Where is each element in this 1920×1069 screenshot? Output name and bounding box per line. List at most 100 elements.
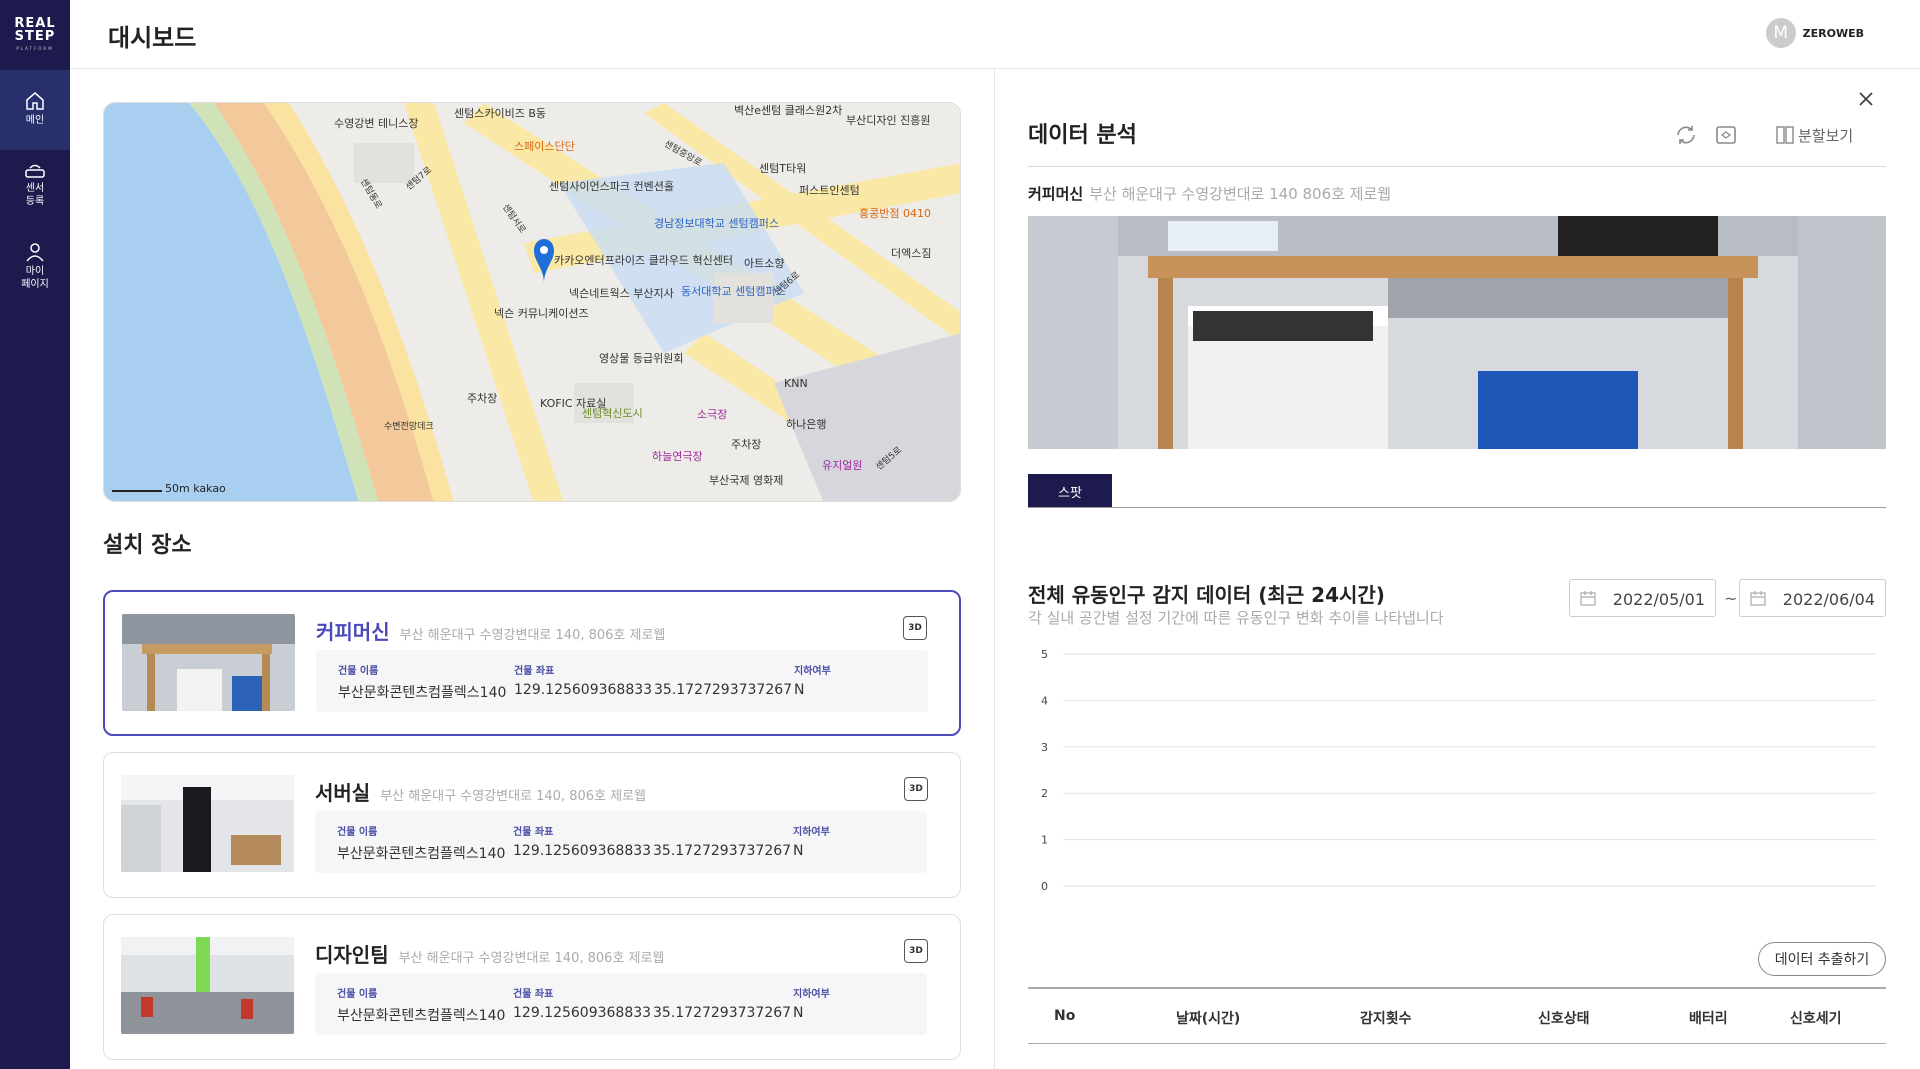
map-label: 수변전망데크 bbox=[384, 422, 434, 432]
y-tick-label: 4 bbox=[1041, 694, 1048, 707]
user-name: ZEROWEB bbox=[1802, 26, 1864, 40]
flow-chart: 0 1 2 3 4 5 bbox=[1041, 648, 1876, 893]
basement-value: N bbox=[794, 682, 805, 698]
data-table-header: No 날짜(시간) 감지횟수 신호상태 배터리 신호세기 bbox=[1028, 987, 1886, 1044]
location-thumbnail bbox=[121, 775, 294, 872]
page-title: 대시보드 bbox=[108, 24, 197, 52]
map-label: 벽산e센텀 클래스원2차 bbox=[734, 104, 843, 117]
date-to-input[interactable]: 2022/06/04 bbox=[1739, 579, 1886, 617]
map-label: 주차장 bbox=[731, 438, 762, 451]
map-label: 넥슨네트웍스 부산지사 bbox=[569, 287, 674, 300]
3d-icon[interactable] bbox=[1714, 123, 1738, 147]
sidebar-item-label: 마이 페이지 bbox=[21, 266, 49, 290]
refresh-icon[interactable] bbox=[1674, 123, 1698, 147]
y-tick-label: 5 bbox=[1041, 648, 1048, 661]
map-base bbox=[104, 103, 960, 501]
sidebar-item-label: 메인 bbox=[25, 115, 45, 126]
building-name: 부산문화콘텐츠컴플렉스140 bbox=[337, 846, 506, 862]
location-name: 커피머신 부산 해운대구 수영강변대로 140, 806호 제로웹 bbox=[316, 620, 666, 644]
location-address: 부산 해운대구 수영강변대로 140, 806호 제로웹 bbox=[399, 628, 666, 643]
map-label: 넥슨 커뮤니케이션즈 bbox=[494, 307, 589, 320]
col-battery: 배터리 bbox=[1689, 1011, 1728, 1027]
y-tick-label: 3 bbox=[1041, 741, 1048, 754]
install-card[interactable]: 디자인팀 부산 해운대구 수영강변대로 140, 806호 제로웹 3D 건물 이… bbox=[103, 914, 961, 1060]
location-name: 디자인팀 부산 해운대구 수영강변대로 140, 806호 제로웹 bbox=[315, 943, 665, 967]
split-view-icon[interactable] bbox=[1776, 126, 1794, 144]
sidebar-item-sensor[interactable]: 센서 등록 bbox=[0, 163, 70, 228]
logo-sub: PLATFORM bbox=[16, 46, 54, 51]
building-name: 부산문화콘텐츠컴플렉스140 bbox=[338, 685, 507, 701]
map-label: 경남정보대학교 센텀캠퍼스 bbox=[654, 217, 779, 230]
date-from-input[interactable]: 2022/05/01 bbox=[1569, 579, 1716, 617]
3d-view-icon[interactable]: 3D bbox=[903, 616, 927, 640]
chart-subtitle: 각 실내 공간별 설정 기간에 따른 유동인구 변화 추이를 나타냅니다 bbox=[1028, 609, 1444, 627]
col-signal-strength: 신호세기 bbox=[1790, 1011, 1842, 1027]
3d-view-icon[interactable]: 3D bbox=[904, 939, 928, 963]
chart-title: 전체 유동인구 감지 데이터 (최근 24시간) bbox=[1028, 583, 1385, 607]
split-view-button[interactable]: 분할보기 bbox=[1798, 125, 1853, 146]
col-signal-status: 신호상태 bbox=[1538, 1011, 1590, 1027]
y-tick-label: 0 bbox=[1041, 880, 1048, 893]
selected-address: 부산 해운대구 수영강변대로 140 806호 제로웹 bbox=[1089, 185, 1392, 203]
close-icon[interactable] bbox=[1855, 88, 1877, 110]
map-label: 부산디자인 진흥원 bbox=[846, 114, 931, 127]
location-thumbnail bbox=[121, 937, 294, 1034]
location-address: 부산 해운대구 수영강변대로 140, 806호 제로웹 bbox=[380, 789, 646, 804]
location-address: 부산 해운대구 수영강변대로 140, 806호 제로웹 bbox=[398, 951, 665, 966]
3d-view-icon[interactable]: 3D bbox=[904, 777, 928, 801]
latitude: 35.1727293737267 bbox=[653, 843, 792, 859]
section-title: 설치 장소 bbox=[103, 533, 192, 558]
map-label: 퍼스트인센텀 bbox=[799, 184, 860, 197]
tab-spot[interactable]: 스팟 bbox=[1028, 474, 1112, 508]
sidebar-item-mypage[interactable]: 마이 페이지 bbox=[0, 242, 70, 312]
map-view[interactable]: 센텀스카이비즈 B동 수영강변 테니스장 스페이스단단 센텀사이언스파크 컨벤션… bbox=[103, 102, 961, 502]
map-label: 유지얼원 bbox=[822, 459, 863, 472]
panel-divider-line bbox=[1028, 166, 1886, 167]
location-info: 건물 이름 건물 좌표 지하여부 부산문화콘텐츠컴플렉스140 129.1256… bbox=[315, 811, 927, 873]
map-label: 센텀T타워 bbox=[759, 162, 807, 175]
date-separator: ~ bbox=[1724, 589, 1738, 608]
map-scale: 50m kakao bbox=[112, 482, 226, 495]
longitude: 129.125609368833 bbox=[514, 682, 653, 698]
export-data-button[interactable]: 데이터 추출하기 bbox=[1758, 942, 1886, 976]
basement-value: N bbox=[793, 1005, 804, 1021]
map-label: 하나은행 bbox=[786, 418, 827, 431]
col-count: 감지횟수 bbox=[1360, 1011, 1412, 1027]
sidebar-item-main[interactable]: 메인 bbox=[0, 70, 70, 150]
location-name: 서버실 부산 해운대구 수영강변대로 140, 806호 제로웹 bbox=[315, 781, 646, 805]
col-no: No bbox=[1054, 1008, 1076, 1024]
map-label: 카카오엔터프라이즈 클라우드 혁신센터 bbox=[554, 254, 734, 267]
basement-value: N bbox=[793, 843, 804, 859]
logo-line2: STEP bbox=[14, 29, 56, 44]
install-card[interactable]: 커피머신 부산 해운대구 수영강변대로 140, 806호 제로웹 3D 건물 이… bbox=[103, 590, 961, 736]
selected-location: 커피머신 부산 해운대구 수영강변대로 140 806호 제로웹 bbox=[1028, 185, 1392, 203]
map-brand: kakao bbox=[193, 482, 226, 495]
location-thumbnail bbox=[122, 614, 295, 711]
map-label: 센텀스카이비즈 B동 bbox=[454, 107, 547, 120]
y-tick-label: 1 bbox=[1041, 834, 1048, 847]
location-info: 건물 이름 건물 좌표 지하여부 부산문화콘텐츠컴플렉스140 129.1256… bbox=[315, 973, 927, 1035]
map-label: 주차장 bbox=[467, 392, 498, 405]
longitude: 129.125609368833 bbox=[513, 1005, 652, 1021]
home-icon bbox=[26, 92, 44, 110]
calendar-icon bbox=[1750, 591, 1766, 606]
tab-underline bbox=[1028, 507, 1886, 508]
sidebar: REAL STEP PLATFORM 메인 센서 등록 마이 페이지 bbox=[0, 0, 70, 1069]
map-label: 영상물 등급위원회 bbox=[599, 352, 684, 365]
location-photo bbox=[1028, 216, 1886, 449]
user-icon bbox=[26, 243, 44, 262]
map-label: 동서대학교 센텀캠퍼스 bbox=[681, 285, 786, 298]
sensor-icon bbox=[25, 164, 45, 178]
sidebar-item-label: 센서 등록 bbox=[25, 183, 45, 207]
map-label: 더엑스짐 bbox=[891, 247, 932, 260]
install-card[interactable]: 서버실 부산 해운대구 수영강변대로 140, 806호 제로웹 3D 건물 이름… bbox=[103, 752, 961, 898]
longitude: 129.125609368833 bbox=[513, 843, 652, 859]
latitude: 35.1727293737267 bbox=[654, 682, 793, 698]
map-label: 홍콩반점 0410 bbox=[859, 207, 931, 220]
map-label: 센텀혁신도시 bbox=[582, 407, 643, 420]
logo[interactable]: REAL STEP PLATFORM bbox=[0, 0, 70, 68]
panel-divider bbox=[994, 69, 995, 1069]
map-label: 하늘연극장 bbox=[652, 450, 703, 463]
user-menu[interactable]: M ZEROWEB bbox=[1765, 18, 1864, 48]
col-datetime: 날짜(시간) bbox=[1176, 1011, 1241, 1027]
